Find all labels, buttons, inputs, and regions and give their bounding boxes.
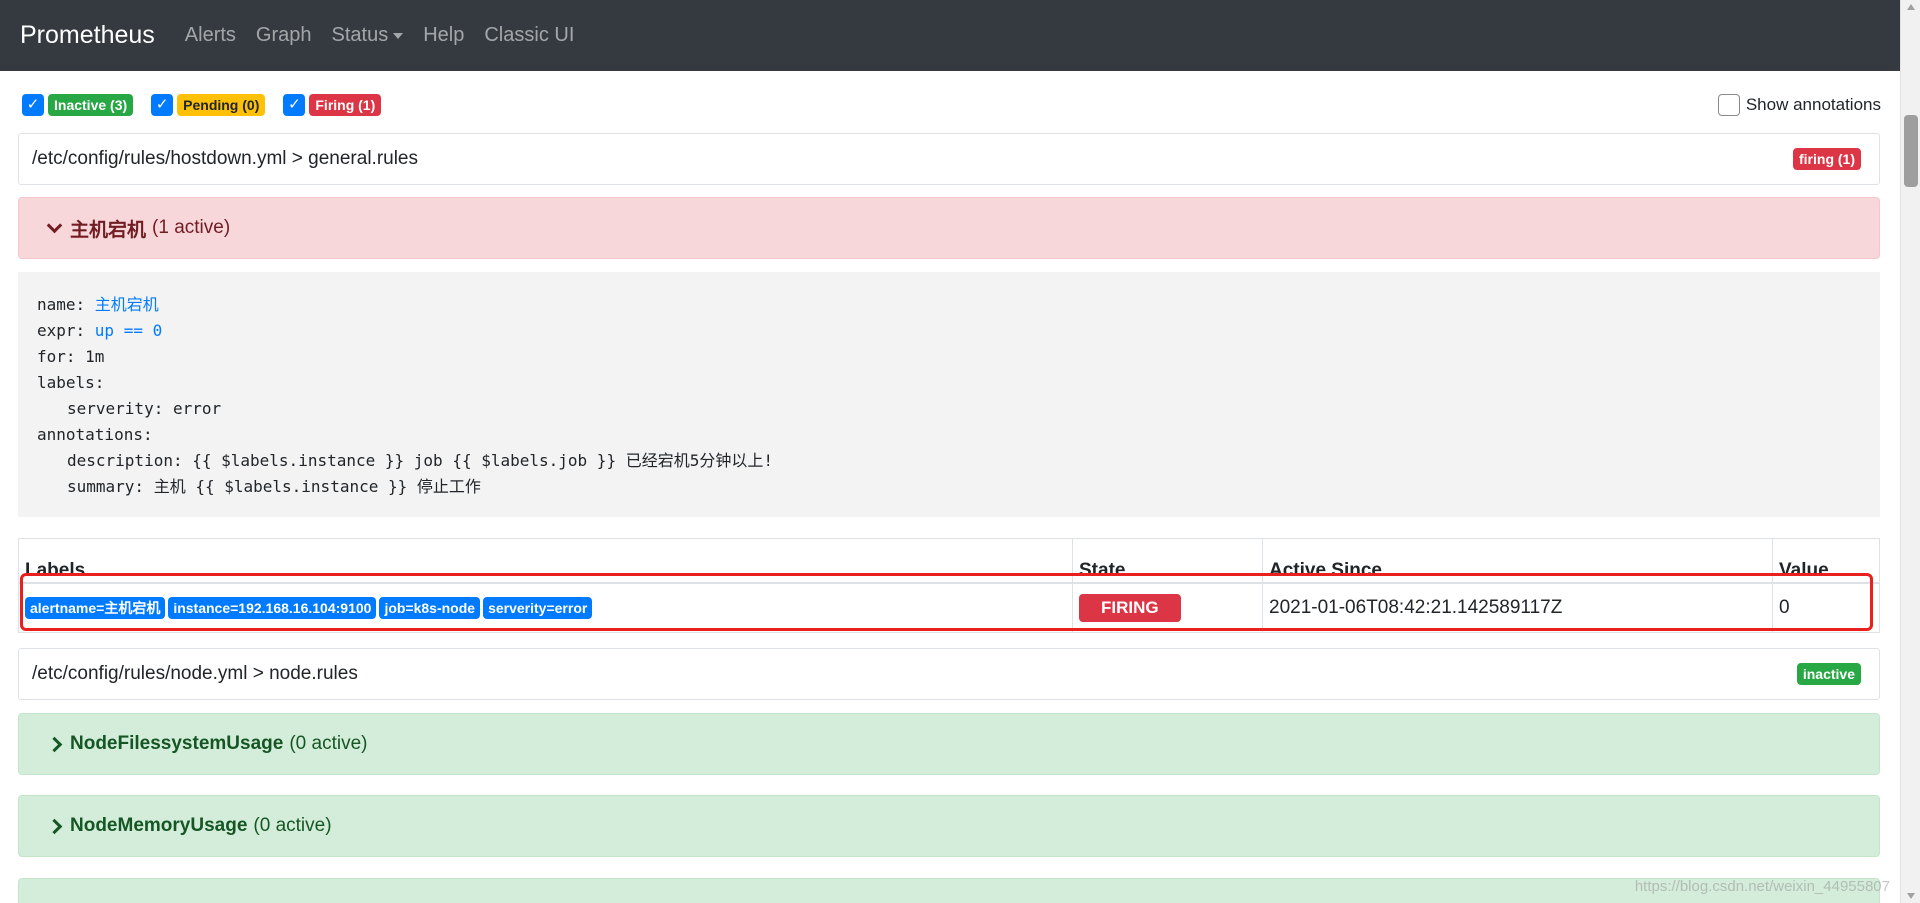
rule-name-link[interactable]: 主机宕机 <box>95 295 159 314</box>
filter-inactive-badge: Inactive (3) <box>48 94 134 116</box>
label-badge: alertname=主机宕机 <box>25 596 166 619</box>
code-line-summary: summary: 主机 {{ $labels.instance }} 停止工作 <box>67 477 481 496</box>
code-key: expr: <box>37 321 95 340</box>
code-line-description: description: {{ $labels.instance }} job … <box>67 451 773 470</box>
filter-firing[interactable]: ✓ Firing (1) <box>283 94 382 116</box>
rule-active-count: (1 active) <box>152 217 231 238</box>
rule-toggle-header[interactable]: NodeMemoryUsage (0 active) <box>18 795 1880 857</box>
watermark-text: https://blog.csdn.net/weixin_44955807 <box>1634 878 1890 895</box>
brand-link[interactable]: Prometheus <box>20 21 155 50</box>
rule-name: 主机宕机 <box>70 219 147 241</box>
rule-toggle-header[interactable]: 主机宕机 (1 active) <box>18 197 1880 259</box>
label-badge: instance=192.168.16.104:9100 <box>168 596 377 619</box>
rule-active-count: (0 active) <box>289 733 368 754</box>
column-header-active-since: Active Since <box>1262 538 1773 584</box>
value-cell: 0 <box>1772 582 1880 633</box>
nav-status-label: Status <box>331 24 389 46</box>
code-line-label-entry: serverity: error <box>67 399 222 418</box>
chevron-down-icon <box>46 217 63 233</box>
checkbox-checked-icon[interactable]: ✓ <box>22 94 44 116</box>
checkbox-checked-icon[interactable]: ✓ <box>283 94 306 116</box>
code-line-for: for: 1m <box>37 347 105 366</box>
rule-group-header: /etc/config/rules/hostdown.yml > general… <box>18 133 1880 185</box>
code-line-expr: expr: up == 0 <box>37 318 1861 344</box>
labels-cell: alertname=主机宕机 instance=192.168.16.104:91… <box>18 582 1073 633</box>
chevron-right-icon <box>46 818 63 834</box>
column-header-state: State <box>1072 538 1263 584</box>
rule-toggle-header[interactable] <box>18 878 1880 903</box>
checkbox-unchecked-icon[interactable] <box>1717 94 1740 116</box>
chevron-right-icon <box>46 736 63 752</box>
label-badge: job=k8s-node <box>379 596 481 619</box>
expr-link[interactable]: up == 0 <box>95 321 162 340</box>
alerts-table: Labels State Active Since Value alertnam… <box>18 538 1880 633</box>
state-cell: FIRING <box>1072 582 1263 633</box>
code-key: name: <box>37 295 95 314</box>
rule-group-header: /etc/config/rules/node.yml > node.rules … <box>18 648 1880 700</box>
table-header-row: Labels State Active Since Value <box>18 538 1880 584</box>
page-scrollbar[interactable] <box>1900 0 1920 903</box>
top-navbar: Prometheus Alerts Graph Status Help Clas… <box>0 0 1900 71</box>
column-header-value: Value <box>1772 538 1880 584</box>
column-header-labels: Labels <box>18 538 1073 584</box>
table-row: alertname=主机宕机 instance=192.168.16.104:91… <box>18 582 1880 633</box>
checkbox-checked-icon[interactable]: ✓ <box>151 94 174 116</box>
rule-name: NodeMemoryUsage <box>70 815 248 836</box>
state-firing-badge: FIRING <box>1079 593 1181 622</box>
scroll-up-arrow-icon[interactable] <box>1907 4 1915 10</box>
rule-group-path: /etc/config/rules/hostdown.yml > general… <box>32 148 419 169</box>
filter-inactive[interactable]: ✓ Inactive (3) <box>22 94 134 116</box>
rule-group-path: /etc/config/rules/node.yml > node.rules <box>32 663 358 684</box>
show-annotations-label: Show annotations <box>1745 95 1881 114</box>
filter-pending[interactable]: ✓ Pending (0) <box>151 94 266 116</box>
nav-status-dropdown[interactable]: Status <box>332 24 404 47</box>
rule-definition-code: name: 主机宕机 expr: up == 0 for: 1m labels:… <box>18 272 1880 517</box>
code-line-name: name: 主机宕机 <box>37 292 1861 318</box>
filter-pending-badge: Pending (0) <box>177 94 266 116</box>
rule-name: NodeFilessystemUsage <box>70 733 284 754</box>
filter-firing-badge: Firing (1) <box>309 94 382 116</box>
active-since-cell: 2021-01-06T08:42:21.142589117Z <box>1262 582 1773 633</box>
nav-alerts[interactable]: Alerts <box>185 24 236 47</box>
rule-active-count: (0 active) <box>253 815 332 836</box>
group-status-badge: inactive <box>1796 663 1861 685</box>
label-badge: serverity=error <box>483 596 593 619</box>
nav-graph[interactable]: Graph <box>256 24 312 47</box>
code-line-annotations: annotations: <box>37 425 153 444</box>
scrollbar-thumb[interactable] <box>1904 115 1918 187</box>
state-filter-row: ✓ Inactive (3) ✓ Pending (0) ✓ Firing (1… <box>22 94 399 116</box>
nav-help[interactable]: Help <box>423 24 464 47</box>
show-annotations-toggle[interactable]: Show annotations <box>1717 94 1881 116</box>
nav-classic-ui[interactable]: Classic UI <box>484 24 574 47</box>
scroll-down-arrow-icon[interactable] <box>1907 893 1915 899</box>
group-status-badge: firing (1) <box>1793 148 1861 170</box>
caret-down-icon <box>393 32 404 39</box>
code-line-labels: labels: <box>37 373 105 392</box>
rule-toggle-header[interactable]: NodeFilessystemUsage (0 active) <box>18 713 1880 775</box>
